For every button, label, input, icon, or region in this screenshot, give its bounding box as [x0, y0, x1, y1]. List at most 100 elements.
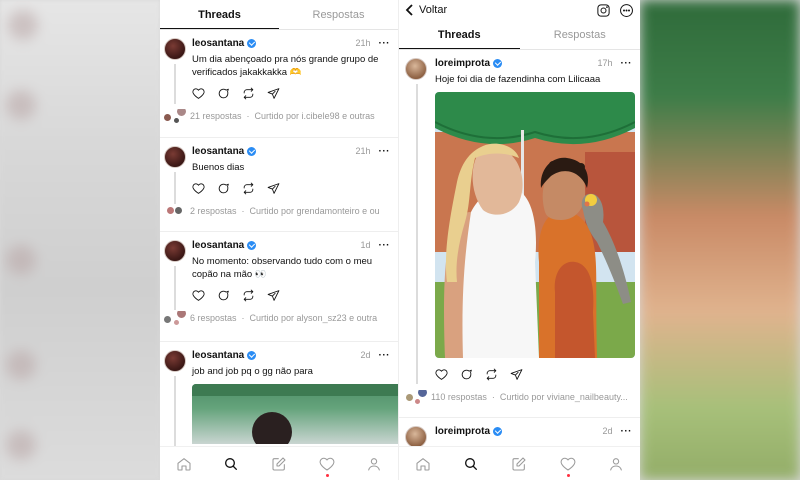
verified-badge-icon	[493, 58, 503, 68]
heart-icon[interactable]	[192, 182, 205, 195]
repost-icon[interactable]	[242, 289, 255, 302]
repost-icon[interactable]	[242, 182, 255, 195]
thread-post[interactable]: leosantana 2d ··· job and job pq o gg nã…	[160, 342, 398, 462]
heart-icon[interactable]	[435, 368, 448, 381]
nav-compose[interactable]	[509, 454, 529, 474]
thread-line	[174, 64, 176, 104]
more-options-icon[interactable]	[619, 3, 634, 18]
thread-line	[416, 84, 418, 384]
thread-line	[174, 376, 176, 456]
verified-badge-icon	[247, 146, 257, 156]
share-icon[interactable]	[510, 368, 523, 381]
nav-activity[interactable]	[558, 454, 578, 477]
more-options-icon[interactable]: ···	[379, 146, 391, 157]
more-options-icon[interactable]: ···	[621, 58, 633, 69]
post-username[interactable]: leosantana	[192, 146, 244, 157]
post-actions	[192, 180, 390, 196]
avatar[interactable]	[164, 350, 186, 372]
post-username[interactable]: leosantana	[192, 240, 244, 251]
comment-icon[interactable]	[217, 289, 230, 302]
share-icon[interactable]	[267, 87, 280, 100]
more-options-icon[interactable]: ···	[621, 426, 633, 437]
liked-by[interactable]: Curtido por alyson_sz23 e outra	[250, 313, 378, 323]
reply-count[interactable]: 2 respostas	[190, 206, 237, 216]
verified-badge-icon	[247, 350, 257, 360]
post-meta: 6 respostas · Curtido por alyson_sz23 e …	[162, 311, 390, 325]
nav-activity[interactable]	[317, 454, 337, 477]
replier-avatars	[403, 390, 431, 404]
activity-icon	[319, 457, 334, 471]
share-icon[interactable]	[267, 182, 280, 195]
tab-respostas[interactable]: Respostas	[520, 20, 641, 49]
chevron-left-icon	[405, 4, 413, 16]
verified-badge-icon	[247, 240, 257, 250]
replier-avatars	[162, 204, 190, 218]
nav-search[interactable]	[221, 454, 241, 474]
liked-by[interactable]: Curtido por grendamonteiro e ou	[250, 206, 380, 216]
profile-tabs: Threads Respostas	[399, 20, 640, 50]
post-text: Hoje foi dia de fazendinha com Lilicaaa	[435, 74, 601, 85]
more-options-icon[interactable]: ···	[379, 240, 391, 251]
avatar[interactable]	[164, 146, 186, 168]
nav-compose[interactable]	[269, 454, 289, 474]
thread-line	[174, 266, 176, 310]
liked-by[interactable]: Curtido por viviane_nailbeauty...	[500, 392, 628, 402]
reply-count[interactable]: 21 respostas	[190, 111, 242, 121]
more-options-icon[interactable]: ···	[379, 350, 391, 361]
activity-icon	[560, 457, 576, 471]
thread-post[interactable]: loreimprota 17h ··· Hoje foi dia de faze…	[399, 50, 640, 418]
reply-count[interactable]: 110 respostas	[431, 392, 487, 402]
nav-profile[interactable]	[606, 454, 626, 474]
back-button[interactable]: Voltar	[405, 4, 447, 16]
thread-post[interactable]: leosantana 21h ··· Buenos dias 2 respost…	[160, 138, 398, 232]
post-username[interactable]: loreimprota	[435, 58, 490, 69]
avatar[interactable]	[164, 240, 186, 262]
post-time: 21h	[355, 38, 371, 48]
profile-icon	[368, 457, 381, 471]
liked-by[interactable]: Curtido por i.cibele98 e outras	[255, 111, 375, 121]
post-actions	[192, 287, 390, 303]
post-meta: 110 respostas · Curtido por viviane_nail…	[403, 390, 632, 404]
share-icon[interactable]	[267, 289, 280, 302]
comment-icon[interactable]	[217, 87, 230, 100]
repost-icon[interactable]	[485, 368, 498, 381]
post-image[interactable]	[435, 92, 635, 358]
more-options-icon[interactable]: ···	[379, 38, 391, 49]
post-username[interactable]: leosantana	[192, 350, 244, 361]
post-time: 1d	[360, 240, 371, 250]
repost-icon[interactable]	[242, 87, 255, 100]
tab-respostas[interactable]: Respostas	[279, 0, 398, 29]
verified-badge-icon	[247, 38, 257, 48]
thread-line	[174, 172, 176, 204]
tab-threads[interactable]: Threads	[399, 20, 520, 49]
nav-search[interactable]	[461, 454, 481, 474]
notification-dot	[325, 473, 329, 477]
comment-icon[interactable]	[217, 182, 230, 195]
profile-icon	[609, 457, 622, 471]
thread-post[interactable]: leosantana 1d ··· No momento: observando…	[160, 232, 398, 342]
search-icon	[465, 457, 478, 470]
avatar[interactable]	[405, 58, 427, 80]
post-time: 2d	[360, 350, 371, 360]
verified-badge-icon	[493, 426, 503, 436]
heart-icon[interactable]	[192, 87, 205, 100]
instagram-icon[interactable]	[596, 3, 611, 18]
avatar[interactable]	[164, 38, 186, 60]
post-image[interactable]	[192, 384, 398, 444]
post-time: 17h	[597, 58, 613, 68]
search-icon	[225, 457, 238, 470]
post-meta: 21 respostas · Curtido por i.cibele98 e …	[162, 109, 390, 123]
avatar[interactable]	[405, 426, 427, 448]
post-actions	[435, 366, 632, 382]
replier-avatars	[162, 311, 190, 325]
nav-home[interactable]	[413, 454, 433, 474]
tab-threads[interactable]: Threads	[160, 0, 279, 29]
thread-post[interactable]: leosantana 21h ··· Um dia abençoado pra …	[160, 30, 398, 138]
post-username[interactable]: leosantana	[192, 38, 244, 49]
heart-icon[interactable]	[192, 289, 205, 302]
nav-home[interactable]	[174, 454, 194, 474]
reply-count[interactable]: 6 respostas	[190, 313, 237, 323]
comment-icon[interactable]	[460, 368, 473, 381]
post-username[interactable]: loreimprota	[435, 426, 490, 437]
nav-profile[interactable]	[364, 454, 384, 474]
